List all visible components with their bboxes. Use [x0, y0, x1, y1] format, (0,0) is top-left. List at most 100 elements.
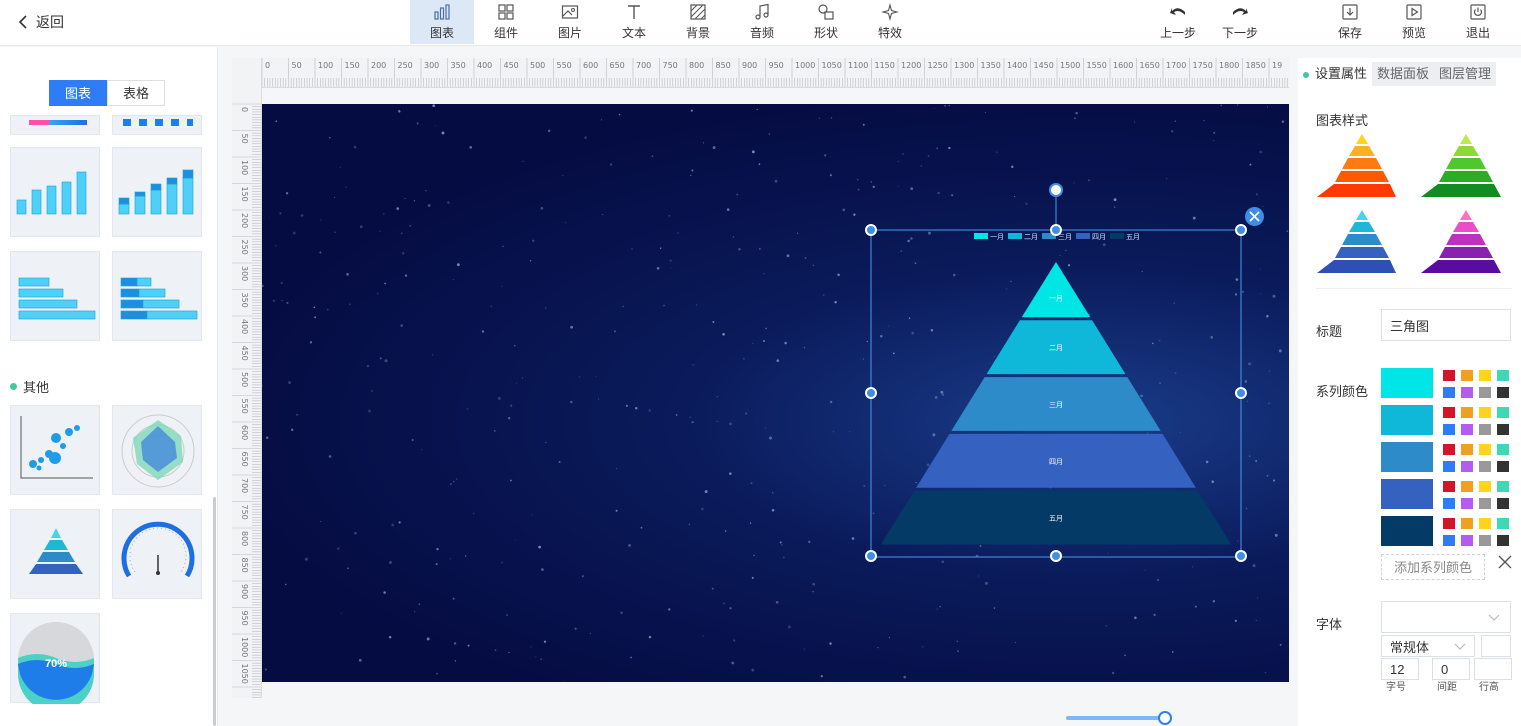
series-color-swatch[interactable] [1381, 479, 1433, 509]
tool-shape[interactable]: 形状 [794, 0, 858, 44]
palette-color[interactable] [1461, 424, 1473, 435]
save-button[interactable]: 保存 [1318, 0, 1382, 44]
chart-thumb-3d-stacked-hbar[interactable] [112, 251, 202, 341]
series-color-swatch[interactable] [1381, 442, 1433, 472]
chart-thumb-checkbox-bar[interactable] [112, 115, 202, 135]
title-input[interactable]: 三角图 [1381, 309, 1511, 341]
palette-color[interactable] [1443, 407, 1455, 418]
tool-image[interactable]: 图片 [538, 0, 602, 44]
resize-handle-top[interactable] [1050, 224, 1062, 236]
palette-color[interactable] [1479, 407, 1491, 418]
tab-chart[interactable]: 图表 [49, 80, 107, 106]
chart-thumb-3d-hbar[interactable] [10, 251, 100, 341]
font-size-input[interactable]: 12 [1381, 658, 1419, 680]
chart-thumb-pyramid[interactable] [10, 509, 100, 599]
palette-color[interactable] [1497, 444, 1509, 455]
palette-color[interactable] [1479, 424, 1491, 435]
palette-color[interactable] [1461, 444, 1473, 455]
palette-color[interactable] [1443, 387, 1455, 398]
chart-thumb-scatter[interactable] [10, 405, 100, 495]
tool-chart[interactable]: 图表 [410, 0, 474, 44]
tab-data-panel[interactable]: 数据面板 [1372, 62, 1435, 86]
palette-color[interactable] [1479, 387, 1491, 398]
palette-color[interactable] [1479, 444, 1491, 455]
style-option-warm[interactable] [1317, 134, 1396, 197]
palette-color[interactable] [1497, 407, 1509, 418]
resize-handle-bottom-left[interactable] [865, 550, 877, 562]
zoom-slider-track[interactable] [1066, 716, 1166, 720]
palette-color[interactable] [1461, 387, 1473, 398]
preview-button[interactable]: 预览 [1382, 0, 1446, 44]
chart-thumb-liquid[interactable]: 70% [10, 613, 100, 712]
exit-button[interactable]: 退出 [1446, 0, 1510, 44]
palette-color[interactable] [1461, 518, 1473, 529]
palette-color[interactable] [1443, 424, 1455, 435]
left-scrollbar[interactable] [213, 497, 216, 726]
palette-color[interactable] [1461, 535, 1473, 546]
resize-handle-bottom[interactable] [1050, 550, 1062, 562]
palette-color[interactable] [1461, 481, 1473, 492]
letter-spacing-input[interactable]: 0 [1432, 658, 1470, 680]
font-color-picker[interactable] [1481, 635, 1511, 657]
resize-handle-bottom-right[interactable] [1235, 550, 1247, 562]
chart-thumb-gradient-bar[interactable] [10, 115, 100, 135]
tab-layer-manager[interactable]: 图层管理 [1434, 62, 1497, 86]
undo-button[interactable]: 上一步 [1146, 0, 1210, 44]
palette-color[interactable] [1443, 498, 1455, 509]
font-style-select[interactable]: 常规体 [1381, 635, 1475, 657]
series-color-swatch[interactable] [1381, 405, 1433, 435]
palette-color[interactable] [1443, 518, 1455, 529]
resize-handle-top-left[interactable] [865, 224, 877, 236]
palette-color[interactable] [1497, 461, 1509, 472]
palette-color[interactable] [1479, 461, 1491, 472]
palette-color[interactable] [1479, 481, 1491, 492]
tab-settings[interactable]: 设置属性 [1298, 62, 1373, 86]
palette-color[interactable] [1479, 535, 1491, 546]
redo-button[interactable]: 下一步 [1208, 0, 1272, 44]
palette-color[interactable] [1443, 370, 1455, 381]
resize-handle-right[interactable] [1235, 387, 1247, 399]
palette-color[interactable] [1443, 535, 1455, 546]
palette-color[interactable] [1479, 370, 1491, 381]
series-color-swatch[interactable] [1381, 516, 1433, 546]
tool-background[interactable]: 背景 [666, 0, 730, 44]
palette-color[interactable] [1479, 498, 1491, 509]
palette-color[interactable] [1443, 481, 1455, 492]
line-height-input[interactable] [1474, 658, 1512, 680]
palette-color[interactable] [1443, 444, 1455, 455]
rotate-handle[interactable] [1049, 183, 1063, 197]
palette-color[interactable] [1497, 370, 1509, 381]
palette-color[interactable] [1497, 535, 1509, 546]
palette-color[interactable] [1461, 370, 1473, 381]
tool-audio[interactable]: 音频 [730, 0, 794, 44]
chart-thumb-radar[interactable] [112, 405, 202, 495]
palette-color[interactable] [1497, 518, 1509, 529]
palette-color[interactable] [1461, 498, 1473, 509]
chart-thumb-3d-bar[interactable] [10, 147, 100, 237]
back-button[interactable]: 返回 [18, 12, 64, 32]
style-option-green[interactable] [1421, 134, 1501, 197]
resize-handle-left[interactable] [865, 387, 877, 399]
tool-text[interactable]: 文本 [602, 0, 666, 44]
palette-color[interactable] [1497, 481, 1509, 492]
delete-widget-button[interactable] [1245, 207, 1264, 226]
add-series-color-button[interactable]: 添加系列颜色 [1381, 554, 1485, 580]
palette-color[interactable] [1497, 387, 1509, 398]
tool-component[interactable]: 组件 [474, 0, 538, 44]
palette-color[interactable] [1497, 498, 1509, 509]
tool-effect[interactable]: 特效 [858, 0, 922, 44]
zoom-slider-knob[interactable] [1158, 711, 1172, 725]
palette-color[interactable] [1479, 518, 1491, 529]
design-canvas[interactable] [262, 104, 1289, 682]
palette-color[interactable] [1461, 407, 1473, 418]
series-color-swatch[interactable] [1381, 368, 1433, 398]
tab-table[interactable]: 表格 [107, 80, 165, 106]
font-family-select[interactable] [1381, 601, 1511, 633]
style-option-blue[interactable] [1317, 210, 1396, 273]
style-option-purple[interactable] [1421, 210, 1501, 273]
palette-color[interactable] [1461, 461, 1473, 472]
palette-color[interactable] [1497, 424, 1509, 435]
close-icon[interactable] [1497, 554, 1513, 570]
chart-thumb-gauge[interactable] [112, 509, 202, 599]
palette-color[interactable] [1443, 461, 1455, 472]
